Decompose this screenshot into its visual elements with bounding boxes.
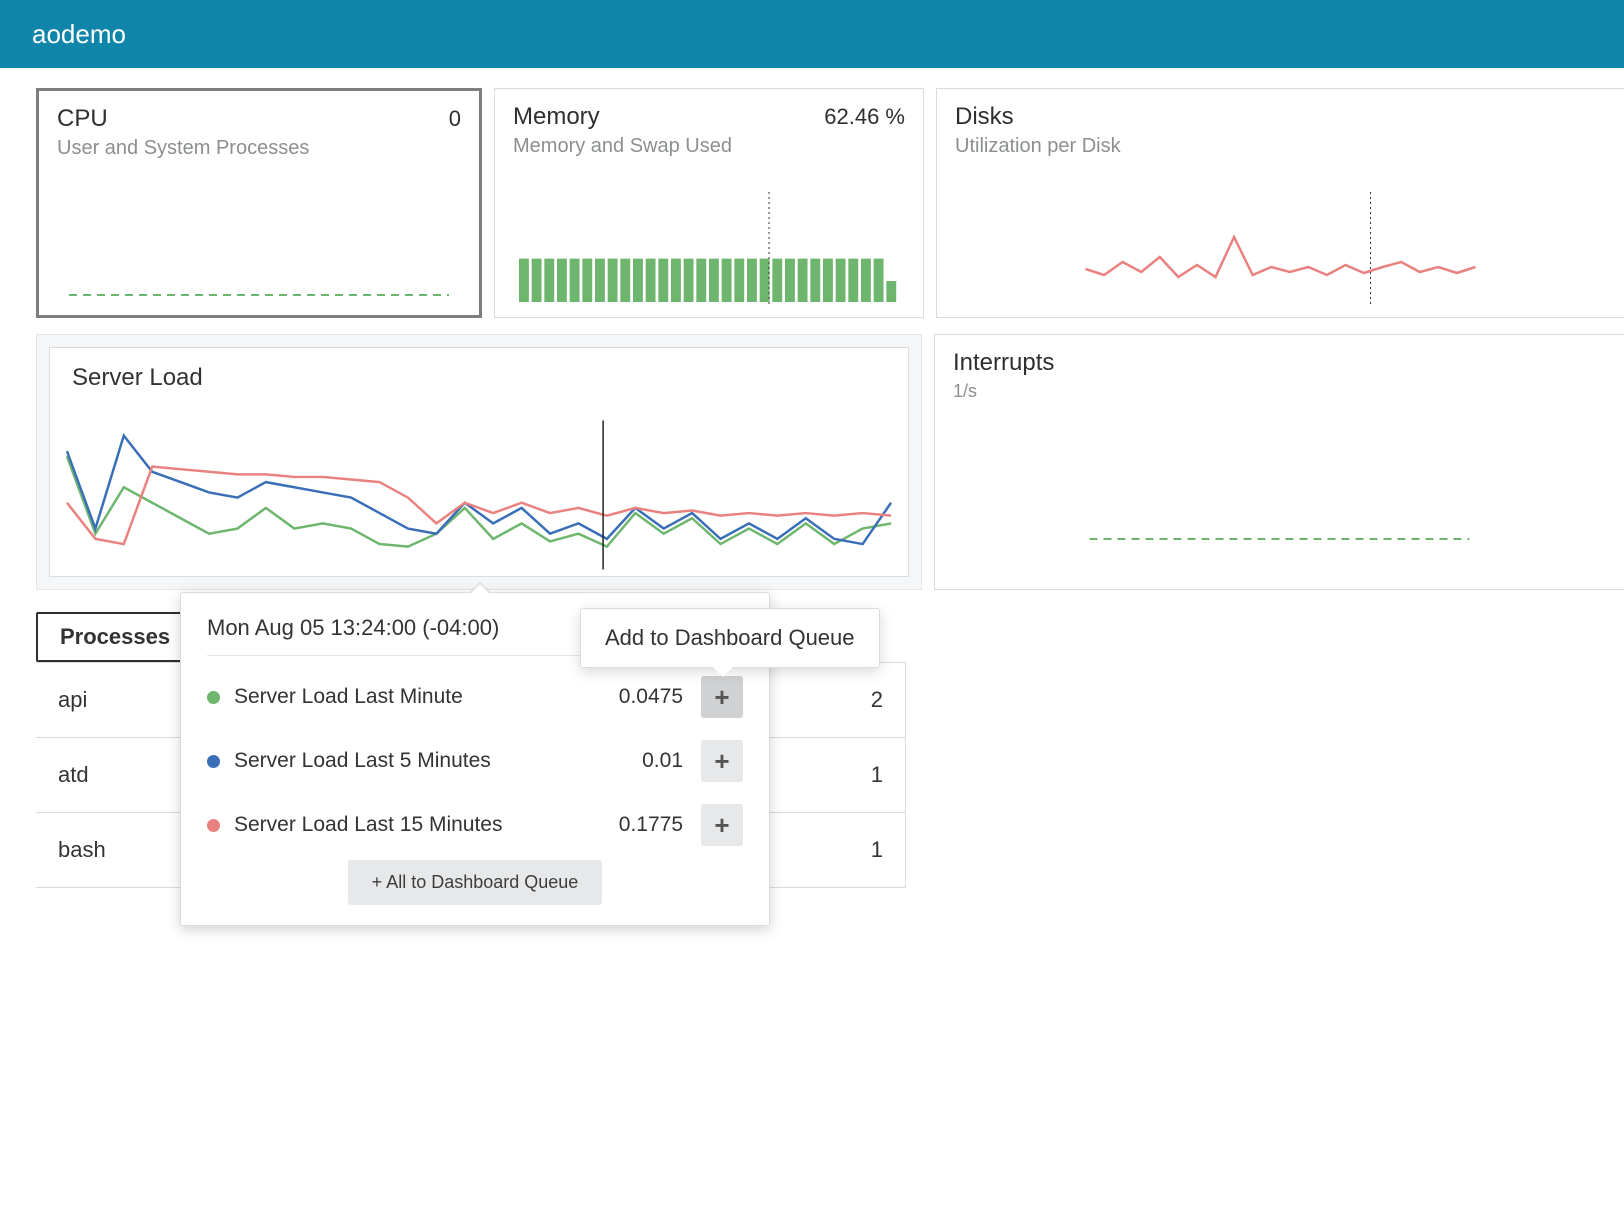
disks-subtitle: Utilization per Disk [955, 135, 1606, 158]
disks-title: Disks [955, 103, 1014, 131]
disks-card[interactable]: Disks Utilization per Disk [936, 88, 1624, 318]
interrupts-title: Interrupts [953, 349, 1606, 377]
tooltip-label: Server Load Last 15 Minutes [234, 813, 619, 837]
cpu-metric: 0 [449, 106, 461, 132]
tooltip-value: 0.01 [642, 749, 683, 773]
page-title: aodemo [32, 19, 126, 50]
disks-sparkline [949, 187, 1612, 307]
tab-processes[interactable]: Processes [36, 612, 194, 662]
tooltip-label: Server Load Last Minute [234, 685, 619, 709]
page-header: aodemo [0, 0, 1624, 68]
tooltip-row: Server Load Last 15 Minutes 0.1775 + [207, 804, 743, 846]
cpu-card[interactable]: CPU 0 User and System Processes [36, 88, 482, 318]
memory-subtitle: Memory and Swap Used [513, 135, 905, 158]
series-dot-icon [207, 755, 220, 768]
tooltip-row: Server Load Last Minute 0.0475 + [207, 676, 743, 718]
server-load-container: Server Load [36, 334, 922, 590]
add-all-to-queue-button[interactable]: + All to Dashboard Queue [348, 860, 603, 905]
server-load-chart [62, 420, 896, 570]
tooltip-value: 0.0475 [619, 685, 683, 709]
interrupts-card[interactable]: Interrupts 1/s [934, 334, 1624, 590]
tooltip-value: 0.1775 [619, 813, 683, 837]
interrupts-subtitle: 1/s [953, 381, 1606, 402]
server-load-card[interactable]: Server Load [49, 347, 909, 577]
add-to-queue-button[interactable]: + [701, 804, 743, 846]
plus-icon: + [714, 810, 729, 841]
cpu-title: CPU [57, 105, 108, 133]
add-to-queue-button[interactable]: + [701, 676, 743, 718]
series-dot-icon [207, 819, 220, 832]
tooltip-label: Server Load Last 5 Minutes [234, 749, 642, 773]
interrupts-sparkline [947, 459, 1612, 549]
plus-icon: + [714, 682, 729, 713]
memory-card[interactable]: Memory 62.46 % Memory and Swap Used [494, 88, 924, 318]
add-to-queue-button[interactable]: + [701, 740, 743, 782]
memory-metric: 62.46 % [824, 104, 905, 130]
widgets-row-1: CPU 0 User and System Processes Memory 6… [36, 88, 1624, 318]
plus-icon: + [714, 746, 729, 777]
memory-title: Memory [513, 103, 600, 131]
tooltip-row: Server Load Last 5 Minutes 0.01 + [207, 740, 743, 782]
cpu-sparkline [51, 185, 467, 305]
memory-barchart [507, 187, 911, 307]
tooltip-hint: Add to Dashboard Queue [580, 608, 880, 668]
series-dot-icon [207, 691, 220, 704]
server-load-title: Server Load [72, 364, 886, 392]
cpu-subtitle: User and System Processes [57, 137, 461, 160]
widgets-row-2: Server Load Interrupts 1/s [36, 334, 1624, 590]
